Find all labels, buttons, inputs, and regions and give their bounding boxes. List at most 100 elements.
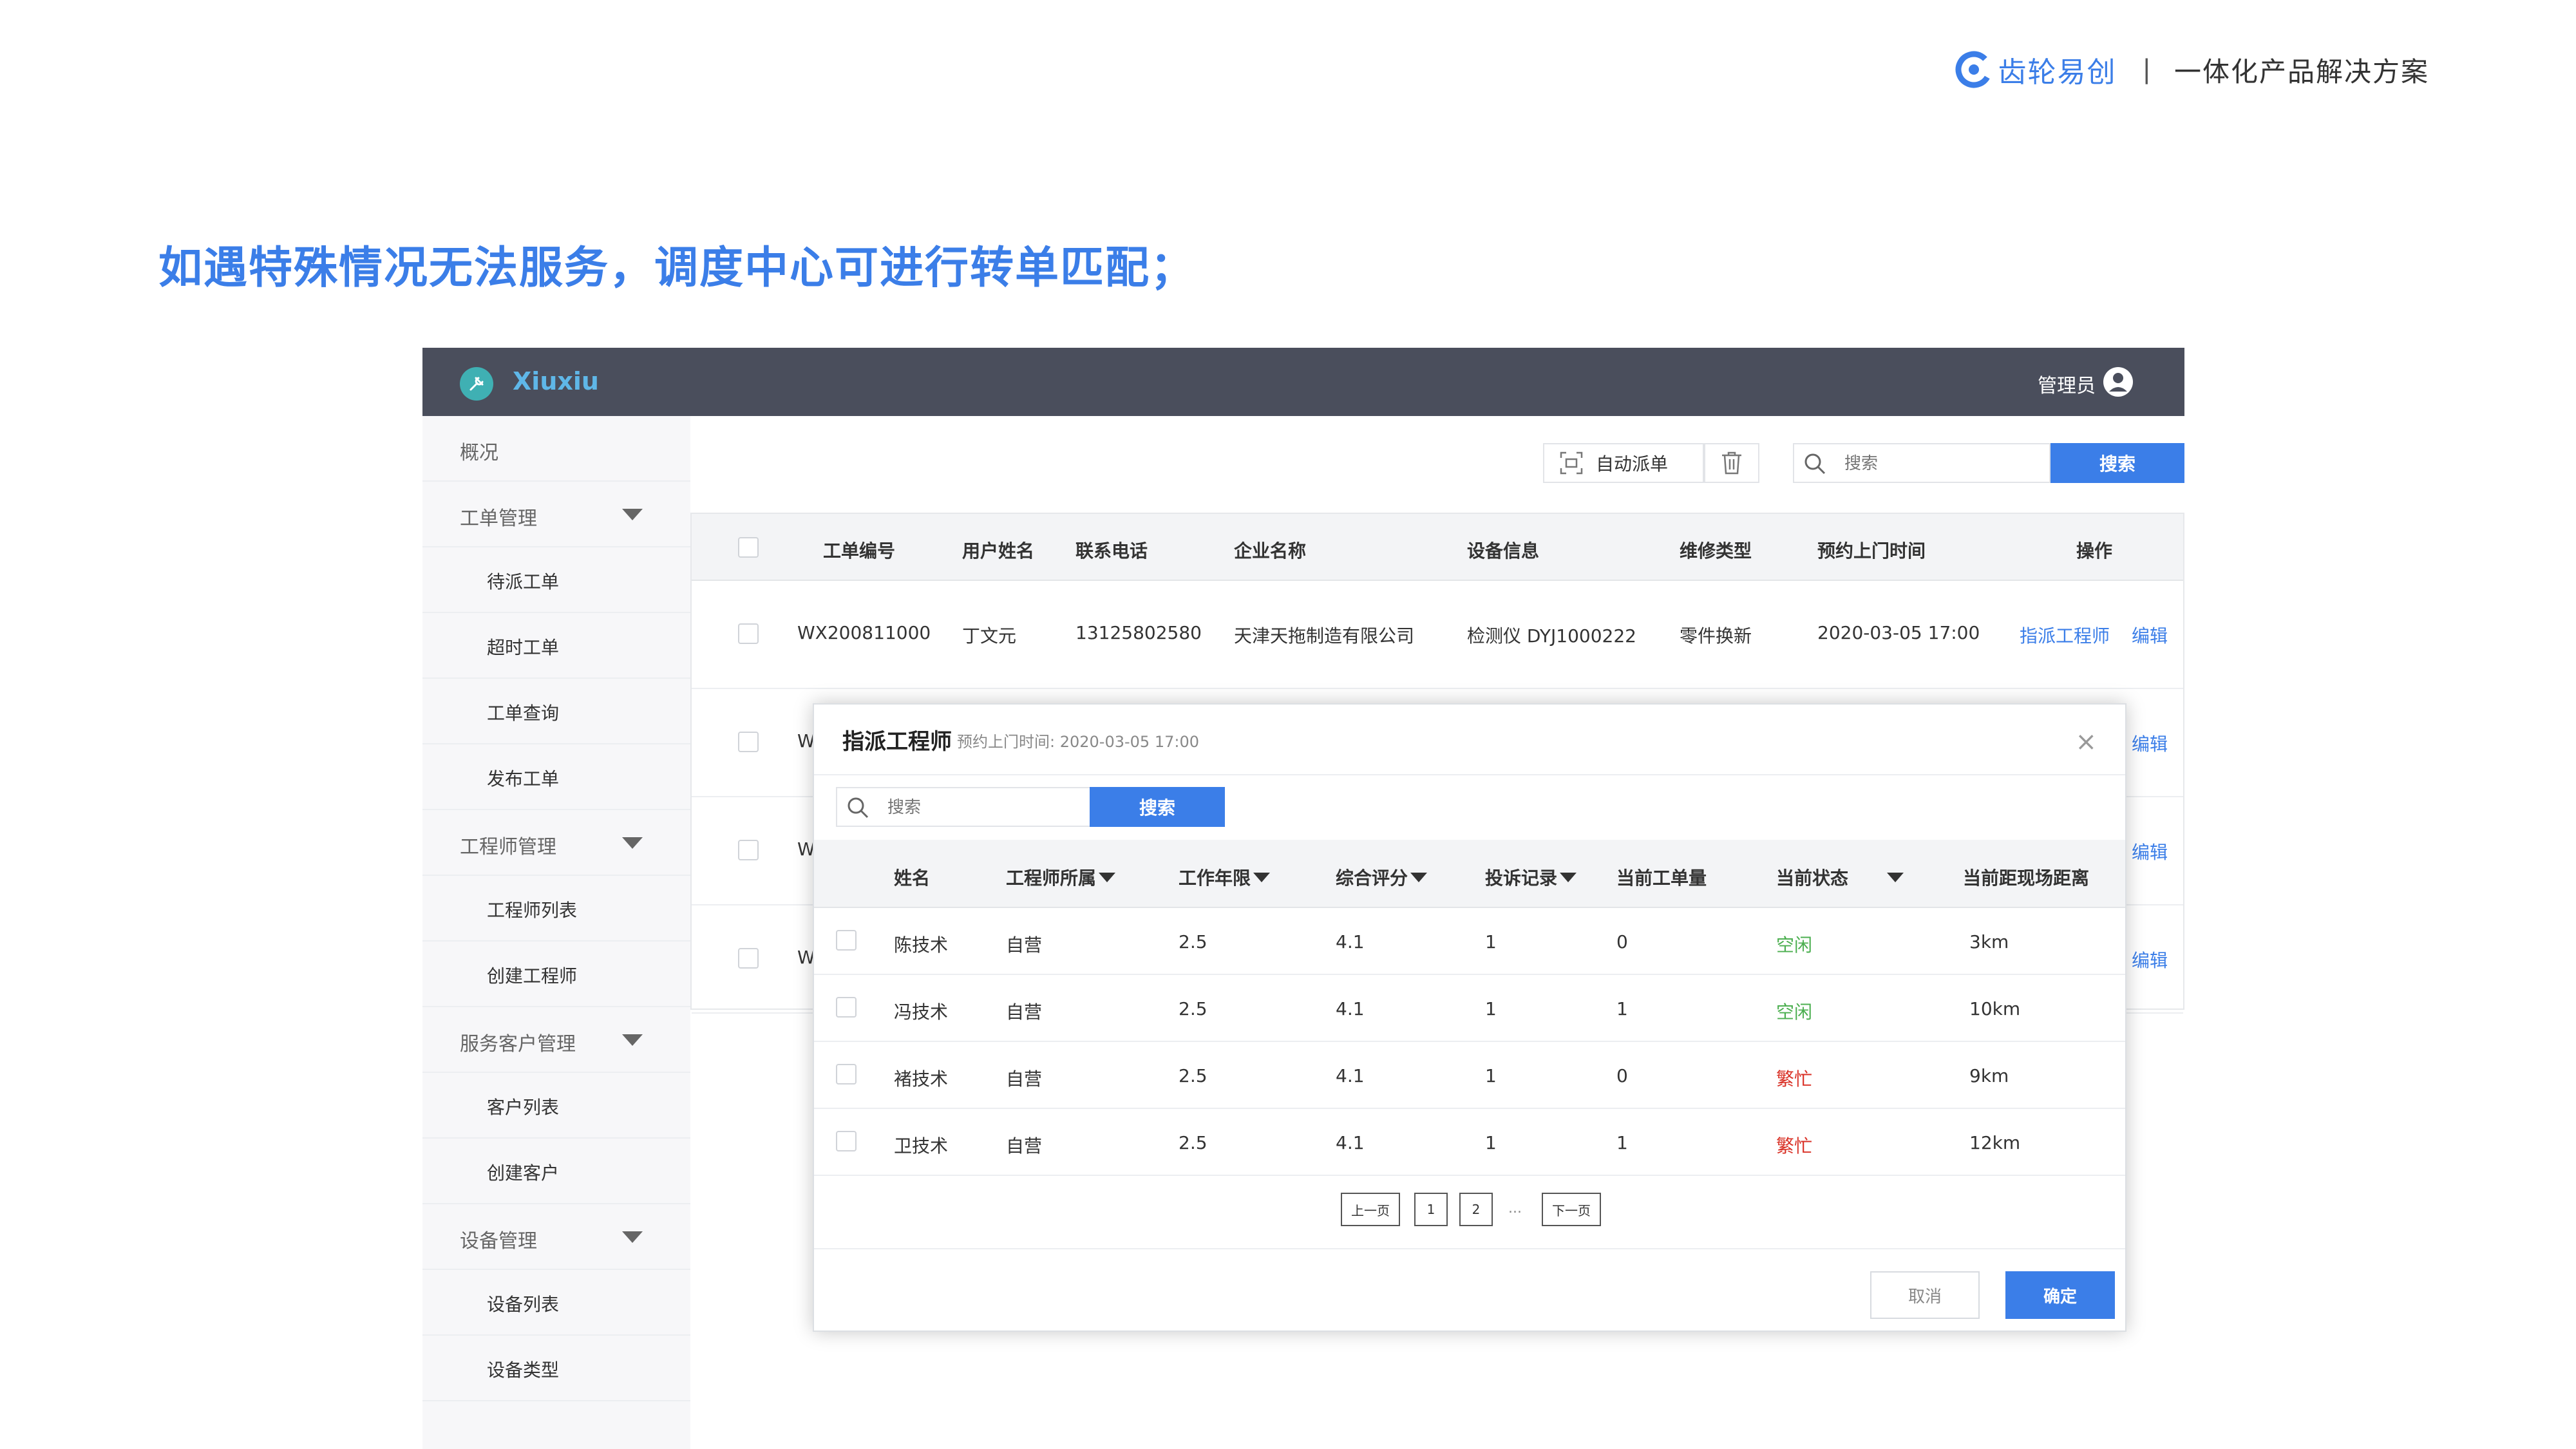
sidebar-group-engineers[interactable]: 工程师管理 (422, 810, 690, 876)
sidebar-item-overview[interactable]: 概况 (422, 416, 690, 482)
page-button[interactable]: 2 (1459, 1193, 1493, 1226)
search-icon (848, 797, 869, 819)
row-checkbox[interactable] (836, 930, 857, 951)
column-header-sortable[interactable]: 工程师所属 (1006, 864, 1116, 890)
sidebar-item-customer-list[interactable]: 客户列表 (422, 1073, 690, 1139)
assign-engineer-link[interactable]: 指派工程师 (2020, 622, 2110, 648)
column-header[interactable]: 维修类型 (1680, 537, 1752, 563)
admin-label[interactable]: 管理员 (2038, 370, 2096, 398)
column-header-label: 投诉记录 (1485, 867, 1558, 889)
edit-link[interactable]: 编辑 (2132, 947, 2168, 972)
user-avatar-icon[interactable] (2102, 366, 2134, 398)
brand-header: 齿轮易创 | 一体化产品解决方案 (1955, 46, 2430, 93)
column-header-sortable[interactable]: 投诉记录 (1485, 864, 1577, 890)
sidebar-item-create-engineer[interactable]: 创建工程师 (422, 942, 690, 1007)
sidebar-item-pending-orders[interactable]: 待派工单 (422, 547, 690, 613)
column-header-sortable[interactable]: 综合评分 (1336, 864, 1428, 890)
column-header-label: 当前工单量 (1616, 867, 1707, 889)
sidebar-item-create-customer[interactable]: 创建客户 (422, 1139, 690, 1204)
modal-search-button[interactable]: 搜索 (1090, 787, 1225, 827)
column-header: 姓名 (894, 864, 930, 890)
edit-link[interactable]: 编辑 (2132, 622, 2168, 648)
user-name: 丁文元 (962, 625, 1017, 647)
row-checkbox[interactable] (738, 948, 759, 969)
sidebar: 概况 工单管理 待派工单 超时工单 工单查询 发布工单 工程师管理 工程师列表 … (422, 416, 690, 1449)
page-headline: 如遇特殊情况无法服务，调度中心可进行转单匹配； (158, 243, 1196, 294)
complaints: 1 (1485, 1132, 1497, 1153)
prev-page-button[interactable]: 上一页 (1341, 1193, 1400, 1226)
sidebar-group-devices[interactable]: 设备管理 (422, 1204, 690, 1270)
sort-down-icon[interactable] (1560, 872, 1577, 882)
modal-search-input[interactable] (886, 795, 1082, 820)
sidebar-item-engineer-list[interactable]: 工程师列表 (422, 876, 690, 942)
orders-table-header: 工单编号 用户姓名 联系电话 企业名称 设备信息 维修类型 预约上门时间 操作 (692, 514, 2183, 581)
app-topbar: Xiuxiu 管理员 (422, 348, 2184, 416)
table-row[interactable]: 褚技术 自营 2.5 4.1 1 0 繁忙 9km (814, 1042, 2125, 1109)
sidebar-item-device-list[interactable]: 设备列表 (422, 1270, 690, 1336)
edit-link[interactable]: 编辑 (2132, 838, 2168, 864)
search-button[interactable]: 搜索 (2050, 443, 2184, 483)
auto-dispatch-label: 自动派单 (1596, 453, 1669, 475)
row-checkbox[interactable] (836, 1064, 857, 1084)
sidebar-item-label: 客户列表 (487, 1097, 560, 1118)
delete-button[interactable] (1704, 443, 1759, 483)
table-row[interactable]: 卫技术 自营 2.5 4.1 1 1 繁忙 12km (814, 1109, 2125, 1176)
engineer-name: 陈技术 (894, 934, 949, 956)
cancel-button[interactable]: 取消 (1870, 1271, 1980, 1319)
sidebar-item-label: 设备类型 (487, 1359, 560, 1381)
next-page-button[interactable]: 下一页 (1542, 1193, 1601, 1226)
column-header[interactable]: 用户姓名 (962, 537, 1034, 563)
sidebar-group-work-orders[interactable]: 工单管理 (422, 482, 690, 547)
status-badge: 空闲 (1776, 1001, 1813, 1023)
workload: 0 (1616, 931, 1628, 952)
sort-down-icon[interactable] (1887, 872, 1904, 882)
select-all-checkbox[interactable] (738, 537, 759, 558)
column-header-sortable[interactable]: 当前状态 (1776, 864, 1904, 890)
column-header-label: 工作年限 (1179, 867, 1251, 889)
row-checkbox[interactable] (738, 623, 759, 644)
brand-separator: | (2142, 55, 2151, 84)
column-header[interactable]: 预约上门时间 (1817, 537, 1926, 563)
column-header[interactable]: 企业名称 (1234, 537, 1306, 563)
column-header[interactable]: 联系电话 (1075, 537, 1148, 563)
sidebar-item-order-query[interactable]: 工单查询 (422, 679, 690, 744)
sidebar-item-label: 待派工单 (487, 571, 560, 592)
distance: 3km (1969, 931, 2009, 952)
column-header-sortable[interactable]: 工作年限 (1179, 864, 1271, 890)
close-icon[interactable]: × (2075, 729, 2097, 755)
complaints: 1 (1485, 1065, 1497, 1086)
app-name[interactable]: Xiuxiu (513, 367, 599, 395)
row-checkbox[interactable] (738, 840, 759, 860)
column-header[interactable]: 工单编号 (823, 537, 895, 563)
sort-down-icon[interactable] (1099, 872, 1116, 882)
years: 2.5 (1179, 1065, 1208, 1086)
table-row[interactable]: 陈技术 自营 2.5 4.1 1 0 空闲 3km (814, 908, 2125, 975)
column-header[interactable]: 设备信息 (1467, 537, 1539, 563)
engineer-name: 褚技术 (894, 1068, 949, 1090)
auto-dispatch-button[interactable]: 自动派单 (1543, 443, 1704, 483)
sort-down-icon[interactable] (1253, 872, 1271, 882)
engineer-table-header: 姓名 工程师所属 工作年限 综合评分 投诉记录 当前工单量 当前状态 当前距现场… (814, 840, 2125, 908)
status-badge: 繁忙 (1776, 1135, 1813, 1157)
table-row[interactable]: 冯技术 自营 2.5 4.1 1 1 空闲 10km (814, 975, 2125, 1042)
engineer-name: 冯技术 (894, 1001, 949, 1023)
column-header: 当前距现场距离 (1963, 864, 2089, 890)
edit-link[interactable]: 编辑 (2132, 730, 2168, 756)
column-header-label: 当前距现场距离 (1963, 867, 2090, 889)
table-row[interactable]: WX200811000 丁文元 13125802580 天津天拖制造有限公司 检… (692, 581, 2183, 689)
row-checkbox[interactable] (836, 997, 857, 1018)
years: 2.5 (1179, 931, 1208, 952)
row-checkbox[interactable] (738, 732, 759, 752)
search-input[interactable] (1843, 451, 2039, 477)
sidebar-group-customers[interactable]: 服务客户管理 (422, 1007, 690, 1073)
company: 天津天拖制造有限公司 (1234, 625, 1415, 647)
confirm-button[interactable]: 确定 (2005, 1271, 2115, 1319)
sidebar-item-device-types[interactable]: 设备类型 (422, 1336, 690, 1401)
row-checkbox[interactable] (836, 1131, 857, 1151)
sidebar-item-overdue-orders[interactable]: 超时工单 (422, 613, 690, 679)
sidebar-item-publish-order[interactable]: 发布工单 (422, 744, 690, 810)
sidebar-item-label: 工程师管理 (460, 836, 556, 858)
sort-down-icon[interactable] (1410, 872, 1428, 882)
repair-type: 零件换新 (1680, 625, 1752, 647)
page-button[interactable]: 1 (1414, 1193, 1448, 1226)
